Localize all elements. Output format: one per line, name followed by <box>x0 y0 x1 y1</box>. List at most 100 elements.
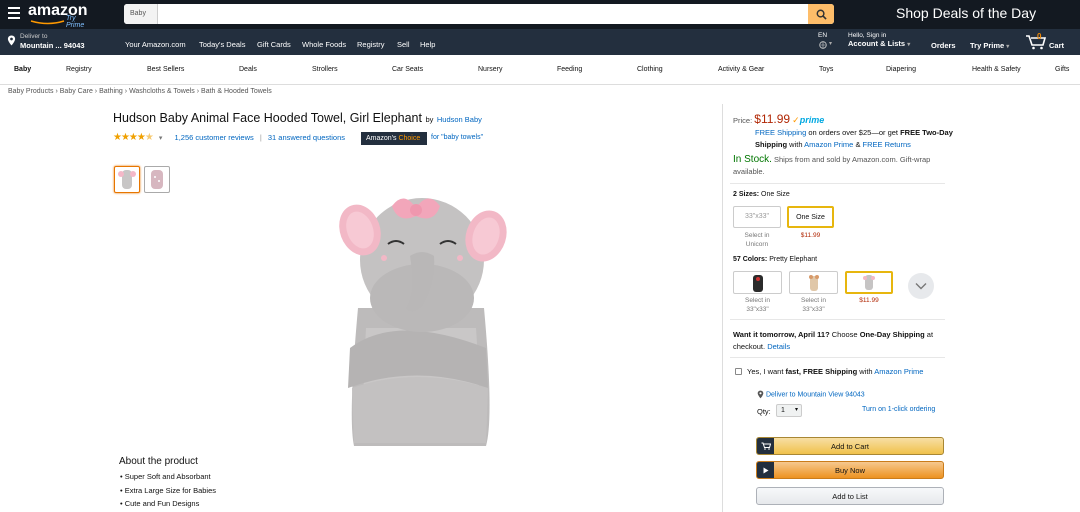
thumbnail-1[interactable] <box>114 166 140 193</box>
brand-link[interactable]: Hudson Baby <box>437 115 482 124</box>
breadcrumb: Baby Products › Baby Care › Bathing › Wa… <box>8 88 272 95</box>
qty-select[interactable]: 1 ▾ <box>776 404 802 417</box>
yes-prime-link[interactable]: Amazon Prime <box>874 367 923 376</box>
answered-link[interactable]: 31 answered questions <box>268 133 345 142</box>
chevron-down-icon[interactable]: ▾ <box>159 135 163 142</box>
category-strollers[interactable]: Strollers <box>312 66 338 73</box>
search-category-select[interactable]: Baby <box>124 4 158 24</box>
category-diapering[interactable]: Diapering <box>886 66 916 73</box>
breadcrumb-item[interactable]: Bathing <box>99 88 123 95</box>
thumbnail-2[interactable] <box>144 166 170 193</box>
add-to-cart-label: Add to Cart <box>831 441 869 451</box>
prime-checkbox[interactable] <box>735 368 742 375</box>
logo-sub: Try Prime <box>66 15 85 29</box>
promo-text[interactable]: Shop Deals of the Day <box>896 5 1036 21</box>
color-option-2[interactable] <box>789 271 838 294</box>
nav-link-gift-cards[interactable]: Gift Cards <box>257 40 291 49</box>
sizes-value: One Size <box>761 191 790 198</box>
language-code: EN <box>818 32 828 39</box>
colors-value: Pretty Elephant <box>769 256 818 263</box>
elephant-towel-thumbnail-icon <box>118 170 136 189</box>
size-option-sub: $11.99 <box>800 232 821 239</box>
nav-link-sell[interactable]: Sell <box>397 40 410 49</box>
category-health-safety[interactable]: Health & Safety <box>972 66 1021 73</box>
nav-link-your-amazon[interactable]: Your Amazon.com <box>125 40 186 49</box>
category-car-seats[interactable]: Car Seats <box>392 66 423 73</box>
more-colors-button[interactable] <box>908 273 934 299</box>
color-option-3[interactable] <box>845 271 893 294</box>
price-label: Price: <box>733 116 753 125</box>
prime-check-icon: ✓ <box>792 115 800 125</box>
category-best-sellers[interactable]: Best Sellers <box>147 66 184 73</box>
category-registry[interactable]: Registry <box>66 66 92 73</box>
qty-label: Qty: <box>757 407 771 416</box>
category-nursery[interactable]: Nursery <box>478 66 503 73</box>
smile-icon <box>30 20 65 25</box>
stock-info: In Stock. Ships from and sold by Amazon.… <box>733 154 943 178</box>
hamburger-menu-icon[interactable] <box>8 7 20 19</box>
nav-link-whole-foods[interactable]: Whole Foods <box>302 40 346 49</box>
amazons-choice-badge: Amazon's Choice <box>361 132 427 145</box>
prime-offer: Yes, I want fast, FREE Shipping with Ama… <box>747 367 923 376</box>
choice-for-link[interactable]: for "baby towels" <box>431 134 483 141</box>
elephant-towel-swatch-icon <box>863 275 875 290</box>
yes-fast-a: Yes, I want <box>747 367 786 376</box>
nav-link-registry[interactable]: Registry <box>357 40 385 49</box>
category-feeding[interactable]: Feeding <box>557 66 582 73</box>
buy-now-button[interactable]: Buy Now <box>756 461 944 479</box>
cart-icon <box>757 438 774 454</box>
location-pin-icon <box>7 35 16 46</box>
breadcrumb-item[interactable]: Bath & Hooded Towels <box>201 88 272 95</box>
size-option-33x33[interactable]: 33"x33" <box>733 206 781 228</box>
orders-link[interactable]: Orders <box>931 41 956 50</box>
cart-count: 0 <box>1037 32 1042 41</box>
color-option-sub: Select in 33"x33" <box>801 297 826 313</box>
search-button[interactable] <box>808 4 834 24</box>
amazon-logo[interactable]: amazon Try Prime <box>28 3 88 30</box>
search-input[interactable] <box>160 4 808 24</box>
separator: | <box>259 133 262 142</box>
nav-link-todays-deals[interactable]: Today's Deals <box>199 40 245 49</box>
account-lists[interactable]: Hello, Sign in Account & Lists ▾ <box>848 32 910 48</box>
breadcrumb-item[interactable]: Washcloths & Towels <box>129 88 195 95</box>
category-activity-gear[interactable]: Activity & Gear <box>718 66 764 73</box>
about-bullet: • Cute and Fun Designs <box>120 499 200 508</box>
breadcrumb-item[interactable]: Baby Care <box>60 88 93 95</box>
color-option-sub: Select in 33"x33" <box>745 297 770 313</box>
about-bullet-text: Super Soft and Absorbant <box>124 472 211 481</box>
category-clothing[interactable]: Clothing <box>637 66 663 73</box>
add-to-cart-button[interactable]: Add to Cart <box>756 437 944 455</box>
add-to-list-button[interactable]: Add to List <box>756 487 944 505</box>
about-bullet: • Super Soft and Absorbant <box>120 472 211 481</box>
product-title: Hudson Baby Animal Face Hooded Towel, Gi… <box>113 111 422 125</box>
nav-link-help[interactable]: Help <box>420 40 435 49</box>
language-selector[interactable]: EN ▾ <box>818 32 832 49</box>
qty-value: 1 <box>781 407 785 414</box>
free-shipping-link[interactable]: FREE Shipping <box>755 128 806 137</box>
buybox-divider <box>722 104 723 512</box>
colors-label: 57 Colors: <box>733 256 768 263</box>
cart-button[interactable]: 0 Cart <box>1025 32 1070 52</box>
details-link[interactable]: Details <box>767 342 790 351</box>
product-image[interactable] <box>336 188 512 450</box>
category-baby[interactable]: Baby <box>14 66 31 73</box>
reviews-link[interactable]: 1,256 customer reviews <box>175 133 254 142</box>
shipping-info: FREE Shipping on orders over $25—or get … <box>755 127 955 151</box>
star-rating[interactable]: ★★★★★ <box>113 132 154 143</box>
chevron-down-icon: ▾ <box>829 41 833 47</box>
breadcrumb-item[interactable]: Baby Products <box>8 88 54 95</box>
divider <box>730 357 945 358</box>
size-option-one-size[interactable]: One Size <box>787 206 834 228</box>
one-click-link[interactable]: Turn on 1-click ordering <box>862 406 935 413</box>
try-prime-link[interactable]: Try Prime ▾ <box>970 41 1009 50</box>
play-icon <box>757 462 774 478</box>
category-toys[interactable]: Toys <box>819 66 833 73</box>
color-option-1[interactable] <box>733 271 782 294</box>
category-deals[interactable]: Deals <box>239 66 257 73</box>
about-bullet: • Extra Large Size for Babies <box>120 486 217 495</box>
free-returns-link[interactable]: FREE Returns <box>863 140 911 149</box>
dark-towel-swatch-icon <box>752 275 763 292</box>
deliver-to-address[interactable]: Deliver to Mountain View 94043 <box>757 390 865 399</box>
category-gifts[interactable]: Gifts <box>1055 66 1069 73</box>
amazon-prime-link[interactable]: Amazon Prime <box>804 140 853 149</box>
